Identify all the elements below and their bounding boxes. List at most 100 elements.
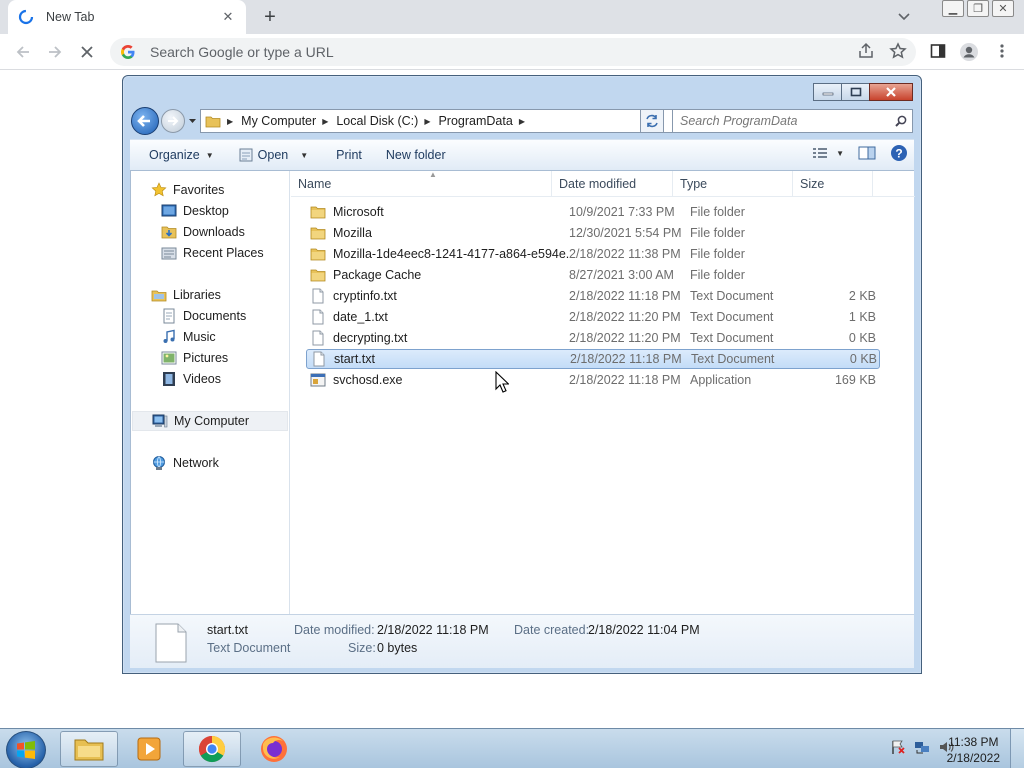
breadcrumb-my-computer[interactable]: My Computer ▶ <box>237 110 332 132</box>
explorer-window: ▶ My Computer ▶ Local Disk (C:) ▶ ProgramD… <box>122 75 922 674</box>
notepad-icon <box>238 148 254 162</box>
magnifier-icon[interactable] <box>895 115 907 127</box>
nav-libraries[interactable]: Libraries <box>151 285 221 305</box>
stop-loading-icon[interactable] <box>72 34 102 70</box>
nav-documents[interactable]: Documents <box>161 306 246 326</box>
taskbar-clock[interactable]: 11:38 PM 2/18/2022 <box>947 734 1000 766</box>
file-date: 2/18/2022 11:20 PM <box>569 310 681 324</box>
nav-videos[interactable]: Videos <box>161 369 221 389</box>
tab-close-icon[interactable]: ✕ <box>220 9 236 25</box>
svg-text:?: ? <box>895 147 902 161</box>
file-name-cell: Microsoft <box>306 204 569 220</box>
column-header-size[interactable]: Size <box>793 171 873 197</box>
nav-desktop[interactable]: Desktop <box>161 201 229 221</box>
restore-icon[interactable]: ❐ <box>967 0 989 17</box>
nav-pictures[interactable]: Pictures <box>161 348 228 368</box>
minimize-icon[interactable]: ▁ <box>942 0 964 17</box>
omnibox-input[interactable] <box>150 44 750 60</box>
start-button[interactable] <box>6 731 46 768</box>
column-header-type[interactable]: Type <box>673 171 793 197</box>
file-type: File folder <box>690 226 745 240</box>
explorer-back-button[interactable] <box>131 107 159 135</box>
share-icon[interactable] <box>857 42 877 62</box>
print-button[interactable]: Print <box>327 143 371 167</box>
browser-tab[interactable]: New Tab ✕ <box>8 0 246 34</box>
side-panel-icon[interactable] <box>929 42 949 62</box>
explorer-close-icon[interactable] <box>869 83 913 101</box>
file-row[interactable]: start.txt 2/18/2022 11:18 PM Text Document… <box>306 349 880 369</box>
explorer-maximize-icon[interactable] <box>841 83 870 101</box>
explorer-search-input[interactable] <box>680 114 885 128</box>
taskbar-chrome-button[interactable] <box>183 731 241 767</box>
breadcrumb-programdata[interactable]: ProgramData ▶ <box>434 110 529 132</box>
nav-favorites[interactable]: Favorites <box>151 180 224 200</box>
nav-recent-places[interactable]: Recent Places <box>161 243 264 263</box>
file-row[interactable]: Mozilla 12/30/2021 5:54 PM File folder <box>306 223 880 243</box>
kebab-menu-icon[interactable] <box>993 42 1013 62</box>
preview-pane-icon[interactable] <box>858 146 876 160</box>
file-date: 2/18/2022 11:38 PM <box>569 247 681 261</box>
file-type: Text Document <box>690 310 774 324</box>
chrome-icon <box>198 735 226 763</box>
organize-button[interactable]: Organize ▼ <box>140 143 223 167</box>
file-name: Mozilla <box>333 226 372 240</box>
file-type: File folder <box>690 205 745 219</box>
file-size: 2 KB <box>848 289 876 303</box>
tab-search-icon[interactable] <box>894 8 914 26</box>
column-header-date[interactable]: Date modified <box>552 171 673 197</box>
omnibox[interactable] <box>110 38 916 66</box>
text-file-icon <box>311 351 327 367</box>
taskbar-media-player-button[interactable] <box>120 731 178 767</box>
forward-arrow-icon[interactable] <box>40 34 70 70</box>
network-tray-icon[interactable] <box>914 739 930 755</box>
close-window-icon[interactable]: ✕ <box>992 0 1014 17</box>
nav-my-computer[interactable]: My Computer <box>132 411 288 431</box>
desktop-icon <box>161 203 177 219</box>
nav-downloads[interactable]: Downloads <box>161 222 245 242</box>
details-modified-label: Date modified: <box>294 623 375 637</box>
recent-pages-dropdown-icon[interactable] <box>188 117 197 125</box>
file-size: 169 KB <box>834 373 876 387</box>
file-name-cell: svchosd.exe <box>306 372 569 388</box>
new-tab-button[interactable]: + <box>258 6 282 28</box>
taskbar-explorer-button[interactable] <box>60 731 118 767</box>
explorer-search-box[interactable] <box>672 109 913 133</box>
details-pane: start.txt Text Document Date modified: 2… <box>130 614 914 668</box>
music-icon <box>161 329 177 345</box>
back-arrow-icon[interactable] <box>8 34 38 70</box>
file-name: date_1.txt <box>333 310 388 324</box>
refresh-icon[interactable] <box>640 109 664 133</box>
help-icon[interactable]: ? <box>890 144 908 162</box>
system-tray <box>890 739 954 755</box>
file-row[interactable]: cryptinfo.txt 2/18/2022 11:18 PM Text Docu… <box>306 286 880 306</box>
file-row[interactable]: Package Cache 8/27/2021 3:00 AM File folde… <box>306 265 880 285</box>
nav-music[interactable]: Music <box>161 327 216 347</box>
file-row[interactable]: svchosd.exe 2/18/2022 11:18 PM Application… <box>306 370 880 390</box>
folder-icon <box>310 225 326 241</box>
file-name: cryptinfo.txt <box>333 289 397 303</box>
explorer-forward-button[interactable] <box>161 109 185 133</box>
column-header-name[interactable]: ▲ Name <box>291 170 552 197</box>
breadcrumb-local-disk[interactable]: Local Disk (C:) ▶ <box>332 110 434 132</box>
file-name-cell: Mozilla <box>306 225 569 241</box>
explorer-titlebar[interactable] <box>123 76 921 106</box>
change-view-button[interactable]: ▼ <box>812 147 844 159</box>
folder-icon <box>310 246 326 262</box>
nav-network[interactable]: Network <box>151 453 219 473</box>
file-row[interactable]: Microsoft 10/9/2021 7:33 PM File folder <box>306 202 880 222</box>
taskbar-firefox-button[interactable] <box>245 731 303 767</box>
file-row[interactable]: decrypting.txt 2/18/2022 11:20 PM Text Doc… <box>306 328 880 348</box>
new-folder-button[interactable]: New folder <box>377 143 455 167</box>
explorer-minimize-icon[interactable] <box>813 83 842 101</box>
open-button[interactable]: Open ▼ <box>229 143 318 167</box>
browser-toolbar <box>0 34 1024 70</box>
profile-avatar-icon[interactable] <box>959 42 979 62</box>
star-icon <box>151 182 167 198</box>
file-name-cell: start.txt <box>307 351 570 367</box>
show-desktop-button[interactable] <box>1010 729 1024 768</box>
file-row[interactable]: date_1.txt 2/18/2022 11:20 PM Text Documen… <box>306 307 880 327</box>
bookmark-star-icon[interactable] <box>889 42 909 62</box>
action-center-flag-icon[interactable] <box>890 739 906 755</box>
file-row[interactable]: Mozilla-1de4eec8-1241-4177-a864-e594e...… <box>306 244 880 264</box>
details-size-value: 0 bytes <box>377 641 418 655</box>
